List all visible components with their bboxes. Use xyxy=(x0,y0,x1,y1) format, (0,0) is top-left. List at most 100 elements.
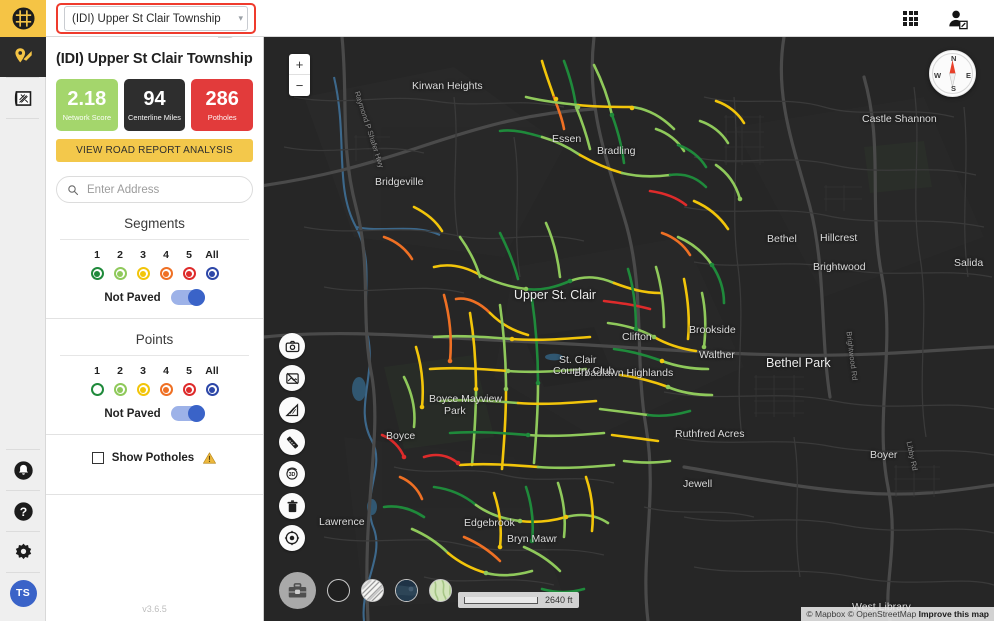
show-potholes-checkbox[interactable] xyxy=(91,452,104,464)
compass-control[interactable]: N E S W xyxy=(929,50,976,97)
segments-rating-1[interactable]: 1 xyxy=(86,249,109,280)
segments-rating-2[interactable]: 2 xyxy=(109,249,132,280)
roadbotics-logo-icon xyxy=(11,7,35,30)
rating-radio[interactable] xyxy=(205,383,219,396)
user-account-icon[interactable] xyxy=(946,8,968,30)
user-avatar-button[interactable]: TS xyxy=(0,573,46,613)
rating-radio[interactable] xyxy=(136,267,150,280)
stat-tiles: 2.18 Network Score 94 Centerline Miles 2… xyxy=(46,79,263,131)
rating-radio[interactable] xyxy=(136,383,150,396)
segments-rating-5[interactable]: 5 xyxy=(178,249,201,280)
basemap-picker xyxy=(279,572,452,609)
locate-button[interactable] xyxy=(279,525,305,551)
map-zoom-controls: + − xyxy=(289,54,310,96)
rating-number: 1 xyxy=(94,365,100,377)
municipality-selector-highlight: (IDI) Upper St Clair Township ▾ xyxy=(56,3,256,34)
section-divider xyxy=(46,494,263,495)
sidebar-item-map[interactable] xyxy=(0,37,46,77)
compass-north-label: N xyxy=(951,54,957,63)
avatar: TS xyxy=(9,579,37,607)
points-rating-4[interactable]: 4 xyxy=(155,365,178,396)
measure-distance-button[interactable] xyxy=(279,429,305,455)
segments-not-paved-toggle[interactable] xyxy=(170,289,205,306)
scale-bar-label: 2640 ft xyxy=(545,595,573,605)
compass-west-label: W xyxy=(934,71,942,80)
rating-radio[interactable] xyxy=(90,383,104,396)
satellite-thumb-icon xyxy=(396,580,417,601)
rating-radio[interactable] xyxy=(159,383,173,396)
rating-radio[interactable] xyxy=(182,383,196,396)
chevron-down-icon: ▾ xyxy=(238,13,243,23)
points-not-paved-toggle[interactable] xyxy=(170,405,205,422)
rating-number: 3 xyxy=(140,365,146,377)
points-not-paved-label: Not Paved xyxy=(104,407,161,420)
settings-button[interactable] xyxy=(0,532,46,572)
basemap-blank-swatch[interactable] xyxy=(327,579,350,602)
segments-rating-all[interactable]: All xyxy=(201,249,224,280)
rating-number: All xyxy=(205,249,219,261)
scale-bar: 2640 ft xyxy=(458,592,579,608)
segments-rating-3[interactable]: 3 xyxy=(132,249,155,280)
map-pin-icon xyxy=(15,48,32,63)
measure-distance-icon xyxy=(286,436,298,448)
warning-triangle-icon xyxy=(203,452,217,464)
measure-area-button[interactable] xyxy=(279,397,305,423)
delete-button[interactable] xyxy=(279,493,305,519)
left-nav-rail: ? TS xyxy=(0,37,46,621)
stat-caption: Potholes xyxy=(207,112,237,122)
basemap-streets-swatch[interactable] xyxy=(361,579,384,602)
grid-apps-icon[interactable] xyxy=(903,11,919,27)
locate-target-icon xyxy=(284,530,300,546)
toolbox-button[interactable] xyxy=(279,572,316,609)
zoom-out-button[interactable]: − xyxy=(289,75,310,96)
app-logo[interactable] xyxy=(0,0,46,37)
basemap-satellite-swatch[interactable] xyxy=(395,579,418,602)
view-road-report-analysis-button[interactable]: VIEW ROAD REPORT ANALYSIS xyxy=(56,139,253,162)
segments-rating-4[interactable]: 4 xyxy=(155,249,178,280)
points-not-paved-row: Not Paved xyxy=(46,396,263,422)
screenshot-camera-button[interactable] xyxy=(279,333,305,359)
sidebar-item-plans[interactable] xyxy=(0,78,46,118)
rating-radio[interactable] xyxy=(205,267,219,280)
svg-text:?: ? xyxy=(19,504,26,518)
stat-tile-network-score: 2.18 Network Score xyxy=(56,79,118,131)
rating-radio[interactable] xyxy=(113,383,127,396)
rating-radio[interactable] xyxy=(113,267,127,280)
points-rating-all[interactable]: All xyxy=(201,365,224,396)
notifications-button[interactable] xyxy=(0,450,46,490)
blueprint-icon xyxy=(14,90,31,106)
municipality-select[interactable]: (IDI) Upper St Clair Township ▾ xyxy=(64,6,248,31)
page-title: (IDI) Upper St Clair Township xyxy=(56,51,253,67)
basemap-terrain-swatch[interactable] xyxy=(429,579,452,602)
help-button[interactable]: ? xyxy=(0,491,46,531)
application-root: (IDI) Upper St Clair Township ▾ ? TS (ID… xyxy=(0,0,994,621)
details-panel: (IDI) Upper St Clair Township 2.18 Netwo… xyxy=(46,37,264,621)
3d-view-button[interactable]: 3D xyxy=(279,461,305,487)
rating-radio[interactable] xyxy=(182,267,196,280)
rating-radio[interactable] xyxy=(90,267,104,280)
stat-tile-centerline-miles: 94 Centerline Miles xyxy=(123,79,186,131)
rating-number: All xyxy=(205,365,219,377)
points-rating-legend: 1 2 3 4 5 All xyxy=(46,356,263,396)
points-rating-2[interactable]: 2 xyxy=(109,365,132,396)
zoom-in-button[interactable]: + xyxy=(289,54,310,75)
address-search[interactable] xyxy=(56,176,253,203)
toolbox-icon xyxy=(288,583,307,598)
points-rating-3[interactable]: 3 xyxy=(132,365,155,396)
rating-number: 5 xyxy=(186,365,192,377)
rating-number: 2 xyxy=(117,249,123,261)
scale-bar-line xyxy=(464,596,538,604)
hide-imagery-icon xyxy=(285,372,299,384)
map-canvas[interactable]: Kirwan Heights Bridgeville Essen Bradling Ca… xyxy=(264,37,994,621)
map-attribution: © Mapbox © OpenStreetMap Improve this ma… xyxy=(801,607,994,621)
rating-number: 2 xyxy=(117,365,123,377)
points-rating-5[interactable]: 5 xyxy=(178,365,201,396)
top-bar-actions xyxy=(903,0,968,37)
search-input[interactable] xyxy=(87,183,242,196)
rating-radio[interactable] xyxy=(159,267,173,280)
points-rating-1[interactable]: 1 xyxy=(86,365,109,396)
search-icon xyxy=(68,184,79,195)
improve-this-map-link[interactable]: Improve this map xyxy=(919,609,989,619)
segments-not-paved-label: Not Paved xyxy=(104,291,161,304)
hide-imagery-button[interactable] xyxy=(279,365,305,391)
